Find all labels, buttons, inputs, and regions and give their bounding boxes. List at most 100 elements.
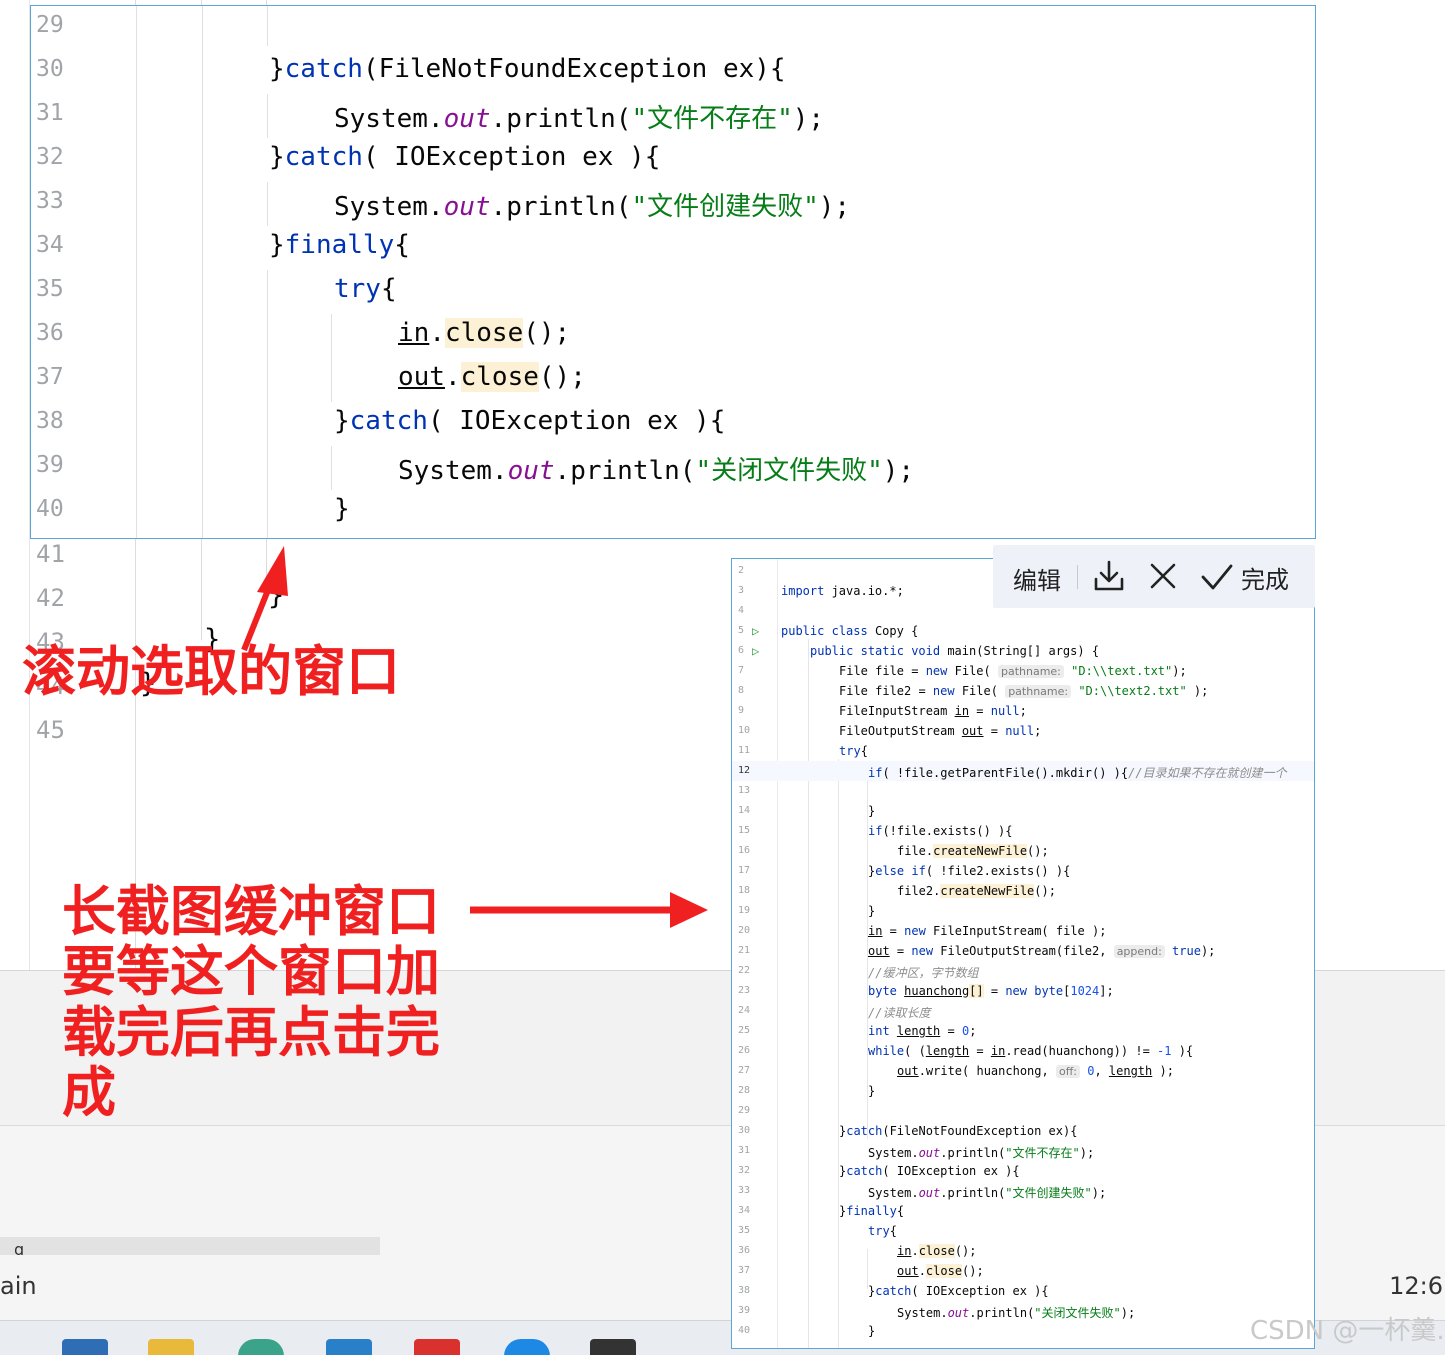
code-text: }catch(FileNotFoundException ex){ — [839, 1124, 1078, 1138]
line-number: 31 — [738, 1145, 751, 1156]
browser-icon[interactable] — [238, 1339, 284, 1355]
code-line: 32 }catch( IOException ex ){ — [31, 138, 1315, 182]
long-screenshot-buffer-window[interactable]: 2 3 import java.io.*; 4 5 ▷ public class Copy … — [731, 558, 1315, 1349]
taskbar-app-icon[interactable] — [414, 1339, 460, 1355]
code-line: 35 try{ — [732, 1221, 1314, 1241]
line-number: 2 — [738, 565, 745, 576]
code-line: 31 System.out.println("文件不存在"); — [732, 1141, 1314, 1161]
code-text: }finally{ — [839, 1204, 905, 1218]
run-gutter-icon[interactable]: ▷ — [752, 624, 759, 638]
line-number: 32 — [738, 1165, 751, 1176]
taskbar-app-icon[interactable] — [62, 1339, 108, 1355]
line-number: 39 — [738, 1305, 751, 1316]
code-text: if( !file.getParentFile().mkdir() ){//目录… — [868, 766, 1287, 780]
horizontal-scrollbar[interactable] — [0, 1237, 380, 1255]
line-number: 9 — [738, 705, 745, 716]
ide-icon[interactable] — [590, 1339, 636, 1355]
code-text: }catch(FileNotFoundException ex){ — [269, 54, 786, 84]
code-text: }catch( IOException ex ){ — [269, 142, 661, 172]
code-line: 5 ▷ public class Copy { — [732, 621, 1314, 641]
line-number: 30 — [36, 56, 64, 82]
code-line: 33 System.out.println("文件创建失败"); — [31, 182, 1315, 226]
folder-icon[interactable] — [148, 1339, 194, 1355]
code-line: 40} — [732, 1321, 1314, 1341]
code-text: System.out.println("关闭文件失败"); — [398, 456, 915, 486]
line-number: 39 — [36, 452, 64, 478]
line-number: 40 — [738, 1325, 751, 1336]
line-number: 18 — [738, 885, 751, 896]
line-number: 10 — [738, 725, 751, 736]
watermark: CSDN @一杯羹. — [1250, 1316, 1445, 1346]
code-line: 39 System.out.println("关闭文件失败"); — [31, 446, 1315, 490]
annotation-scroll-window: 滚动选取的窗口 — [22, 640, 400, 703]
line-number: 37 — [36, 364, 64, 390]
line-number: 34 — [738, 1205, 751, 1216]
code-line: 36 in.close(); — [31, 314, 1315, 358]
line-number: 33 — [738, 1185, 751, 1196]
close-icon[interactable] — [1149, 561, 1177, 591]
code-line: 37 out.close(); — [31, 358, 1315, 402]
line-number: 32 — [36, 144, 64, 170]
line-number: 38 — [36, 408, 64, 434]
code-line: 24 //读取长度 — [732, 1001, 1314, 1021]
line-number: 37 — [738, 1265, 751, 1276]
code-line: 40 } — [31, 490, 1315, 534]
code-text: public static void main(String[] args) { — [810, 644, 1100, 658]
line-number: 36 — [36, 320, 64, 346]
code-text: } — [868, 1324, 876, 1338]
code-line: 6 ▷ public static void main(String[] args)… — [732, 641, 1314, 661]
screenshot-toolbar: 编辑 完成 — [993, 545, 1315, 608]
scroll-selection-window[interactable]: 29 30 }catch(FileNotFoundException ex){ … — [30, 5, 1316, 539]
code-text: out.close(); — [398, 362, 586, 392]
code-text: System.out.println("文件创建失败"); — [868, 1186, 1107, 1200]
line-number: 29 — [36, 12, 64, 38]
line-number: 35 — [738, 1225, 751, 1236]
run-gutter-icon[interactable]: ▷ — [752, 644, 759, 658]
line-number: 28 — [738, 1085, 751, 1096]
code-text: public class Copy { — [781, 624, 919, 638]
line-number: 24 — [738, 1005, 751, 1016]
done-button[interactable]: 完成 — [1201, 557, 1289, 597]
code-line: 33 System.out.println("文件创建失败"); — [732, 1181, 1314, 1201]
line-number: 13 — [738, 785, 751, 796]
code-line: 11 try{ — [732, 741, 1314, 761]
code-line: 32}catch( IOException ex ){ — [732, 1161, 1314, 1181]
code-text: } — [868, 804, 876, 818]
line-number: 45 — [36, 716, 65, 744]
line-number: 29 — [738, 1105, 751, 1116]
code-line: 27 out.write( huanchong, off: 0, length )… — [732, 1061, 1314, 1081]
code-text: File file2 = new File( pathname: "D:\\te… — [839, 684, 1209, 698]
code-line: 39 System.out.println("关闭文件失败"); — [732, 1301, 1314, 1321]
code-text: if(!file.exists() ){ — [868, 824, 1013, 838]
line-number: 33 — [36, 188, 64, 214]
code-text: //读取长度 — [868, 1006, 931, 1020]
code-text: } — [334, 494, 350, 524]
code-text: out = new FileOutputStream(file2, append… — [868, 944, 1216, 958]
code-line: 29 — [31, 6, 1315, 50]
edit-button[interactable]: 编辑 — [1013, 561, 1061, 596]
code-line: 26 while( (length = in.read(huanchong)) !… — [732, 1041, 1314, 1061]
code-line: 23 byte huanchong[] = new byte[1024]; — [732, 981, 1314, 1001]
line-number: 34 — [36, 232, 64, 258]
taskbar-app-icon[interactable] — [504, 1339, 550, 1355]
code-text: in = new FileInputStream( file ); — [868, 924, 1107, 938]
line-number: 11 — [738, 745, 751, 756]
code-line: 13 — [732, 781, 1314, 801]
code-line: 36 in.close(); — [732, 1241, 1314, 1261]
code-line: 18 file2.createNewFile(); — [732, 881, 1314, 901]
code-line: 22 //缓冲区，字节数组 — [732, 961, 1314, 981]
line-number: 15 — [738, 825, 751, 836]
code-line: 35 try{ — [31, 270, 1315, 314]
taskbar-app-icon[interactable] — [326, 1339, 372, 1355]
code-text: System.out.println("文件不存在"); — [868, 1146, 1095, 1160]
code-text: out.close(); — [897, 1264, 984, 1278]
clock-text: 12:6 — [1389, 1272, 1443, 1300]
line-number: 36 — [738, 1245, 751, 1256]
code-text: try{ — [839, 744, 868, 758]
line-number: 41 — [36, 540, 65, 568]
code-line: 14} — [732, 801, 1314, 821]
code-line: 12 if( !file.getParentFile().mkdir() ){//… — [732, 761, 1314, 781]
line-number: 30 — [738, 1125, 751, 1136]
code-line: 9 FileInputStream in = null; — [732, 701, 1314, 721]
download-icon[interactable] — [1093, 559, 1125, 593]
